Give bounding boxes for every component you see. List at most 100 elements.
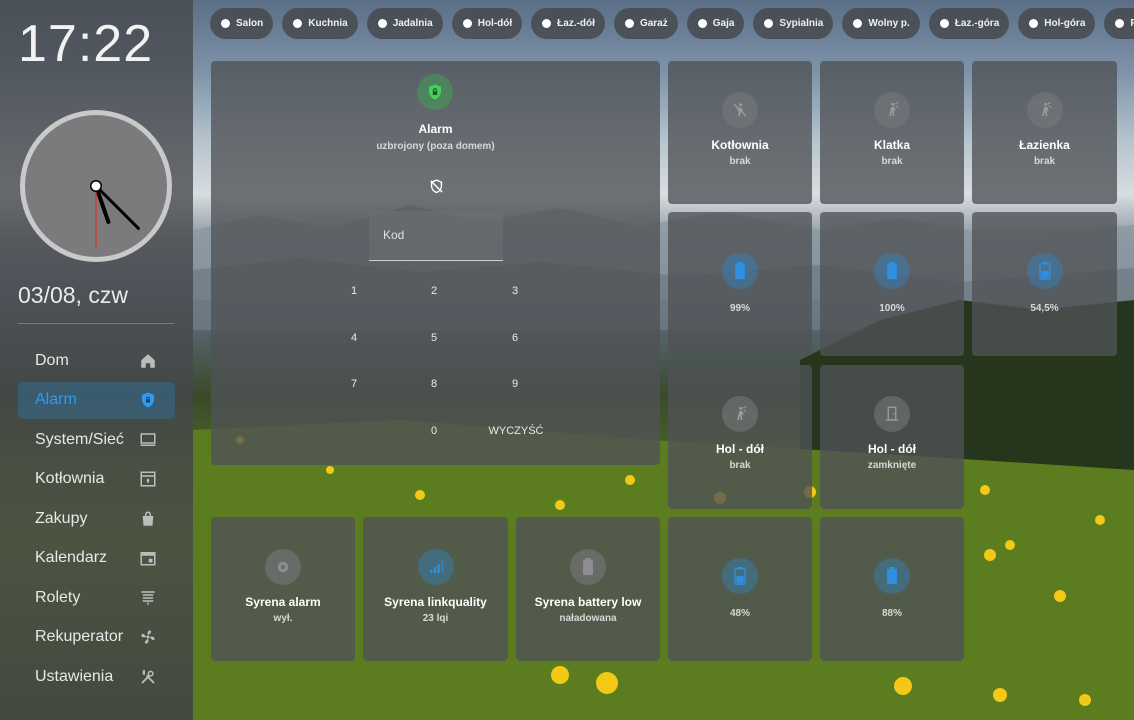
sensor-tile[interactable]: Kotłownia brak xyxy=(668,61,812,204)
sidebar-item-label: Rolety xyxy=(35,588,81,606)
room-chip[interactable]: Hol-dół xyxy=(451,8,523,39)
tile-name: Łazienka xyxy=(1019,138,1070,152)
battery-level: 88% xyxy=(881,608,902,619)
shield-lock-icon[interactable] xyxy=(417,74,453,110)
tile-name: Syrena alarm xyxy=(245,595,321,609)
shopping-bag-icon xyxy=(139,510,157,528)
room-chip-label: Pole xyxy=(1130,18,1134,29)
key-2[interactable]: 2 xyxy=(414,285,454,297)
chip-dot-icon xyxy=(1029,19,1039,28)
sidebar-item-2[interactable]: System/Sieć xyxy=(18,421,175,458)
siren-tile[interactable]: Syrena battery low naładowana xyxy=(516,517,660,661)
room-chip[interactable]: Łaz.-góra xyxy=(928,8,1010,39)
room-chip-label: Łaz.-dół xyxy=(557,18,595,29)
clear-button[interactable]: WYCZYŚĆ xyxy=(481,425,551,437)
sidebar-divider xyxy=(18,323,174,324)
battery-level: 100% xyxy=(879,303,905,314)
chip-dot-icon xyxy=(221,19,230,28)
room-chip[interactable]: Hol-góra xyxy=(1018,8,1096,39)
tools-icon xyxy=(139,668,157,686)
sidebar-item-0[interactable]: Dom xyxy=(18,342,175,379)
chip-dot-icon xyxy=(377,19,387,28)
tile-state: brak xyxy=(729,460,751,471)
sidebar-item-6[interactable]: Rolety xyxy=(18,579,175,616)
key-3[interactable]: 3 xyxy=(495,285,535,297)
chip-dot-icon xyxy=(697,19,707,28)
shield-icon xyxy=(139,391,157,409)
room-chip-label: Sypialnia xyxy=(779,18,824,29)
siren-icon xyxy=(265,549,301,585)
room-chip-label: Salon xyxy=(236,18,264,29)
room-chip[interactable]: Wolny p. xyxy=(842,8,920,39)
room-chip[interactable]: Gaja xyxy=(686,8,745,39)
sidebar-item-label: Rekuperator xyxy=(35,628,124,645)
room-chip[interactable]: Łaz.-dół xyxy=(531,8,605,39)
sidebar-item-7[interactable]: Rekuperator xyxy=(18,619,175,656)
chip-dot-icon xyxy=(624,19,634,28)
code-input[interactable]: Kod xyxy=(369,211,503,261)
battery-tile[interactable]: 48% xyxy=(668,517,812,661)
siren-tile[interactable]: Syrena alarm wył. xyxy=(211,517,355,661)
room-chip[interactable]: Jadalnia xyxy=(366,8,443,39)
walk-icon xyxy=(1026,92,1063,128)
room-chip[interactable]: Pole xyxy=(1104,8,1134,39)
key-6[interactable]: 6 xyxy=(495,332,535,344)
blinds-icon xyxy=(139,589,157,607)
sidebar-item-label: Dom xyxy=(35,351,69,369)
battery-tile[interactable]: 99% xyxy=(668,212,812,356)
tile-state: naładowana xyxy=(559,613,617,624)
room-chip[interactable]: Kuchnia xyxy=(282,8,358,39)
battery-half-icon xyxy=(1026,253,1063,289)
sidebar-item-label: Ustawienia xyxy=(35,667,114,685)
sensor-tile[interactable]: Łazienka brak xyxy=(972,61,1117,204)
sidebar-item-3[interactable]: Kotłownia xyxy=(18,461,175,498)
tile-name: Syrena battery low xyxy=(534,595,642,609)
battery-tile[interactable]: 100% xyxy=(820,212,964,356)
sensor-tile[interactable]: Hol - dół brak xyxy=(668,365,812,509)
room-chip-label: Wolny p. xyxy=(868,18,910,29)
alarm-action-bar[interactable] xyxy=(223,168,649,204)
battery-grey-icon xyxy=(570,549,606,585)
sidebar-item-label: System/Sieć xyxy=(35,430,124,448)
room-chip[interactable]: Garaż xyxy=(613,8,678,39)
room-chip-label: Kuchnia xyxy=(308,18,348,29)
room-chip[interactable]: Sypialnia xyxy=(753,8,834,39)
alarm-state: uzbrojony (poza domem) xyxy=(376,141,495,152)
room-chip[interactable]: Salon xyxy=(210,8,274,39)
key-1[interactable]: 1 xyxy=(334,285,374,297)
chip-dot-icon xyxy=(462,19,472,28)
key-8[interactable]: 8 xyxy=(414,378,454,390)
sidebar-item-8[interactable]: Ustawienia xyxy=(18,658,175,695)
sensor-tile[interactable]: Hol - dół zamknięte xyxy=(820,365,964,509)
key-4[interactable]: 4 xyxy=(334,332,374,344)
sidebar-nav: Dom Alarm System/Sieć Kotłownia Zakupy Kalend… xyxy=(18,342,175,698)
siren-tile[interactable]: Syrena linkquality 23 lqi xyxy=(363,517,508,661)
battery-level: 48% xyxy=(729,608,750,619)
analog-clock xyxy=(20,110,172,262)
tile-state: wył. xyxy=(273,613,293,624)
room-chip-bar: Salon Kuchnia Jadalnia Hol-dół Łaz.-dół Garaż… xyxy=(210,8,1134,40)
room-chip-label: Gaja xyxy=(712,18,735,29)
home-icon xyxy=(139,352,157,370)
motion-off-icon xyxy=(722,92,758,128)
tile-state: brak xyxy=(1033,156,1056,167)
sidebar-item-1[interactable]: Alarm xyxy=(18,381,175,419)
chip-dot-icon xyxy=(939,19,949,28)
battery-tile[interactable]: 88% xyxy=(820,517,964,661)
tile-name: Hol - dół xyxy=(716,442,764,456)
key-5[interactable]: 5 xyxy=(414,332,454,344)
key-0[interactable]: 0 xyxy=(414,425,454,437)
room-chip-label: Łaz.-góra xyxy=(954,18,1000,29)
sidebar-item-5[interactable]: Kalendarz xyxy=(18,540,175,577)
key-7[interactable]: 7 xyxy=(334,378,374,390)
door-closed-icon xyxy=(874,396,910,432)
tile-state: brak xyxy=(881,156,903,167)
sensor-tile[interactable]: Klatka brak xyxy=(820,61,964,204)
chip-dot-icon xyxy=(1115,19,1125,28)
sidebar-item-4[interactable]: Zakupy xyxy=(18,500,175,537)
fan-icon xyxy=(139,628,157,646)
key-9[interactable]: 9 xyxy=(495,378,535,390)
battery-tile[interactable]: 54,5% xyxy=(972,212,1117,356)
sidebar-item-label: Kotłownia xyxy=(35,470,105,487)
tile-name: Syrena linkquality xyxy=(384,595,487,609)
